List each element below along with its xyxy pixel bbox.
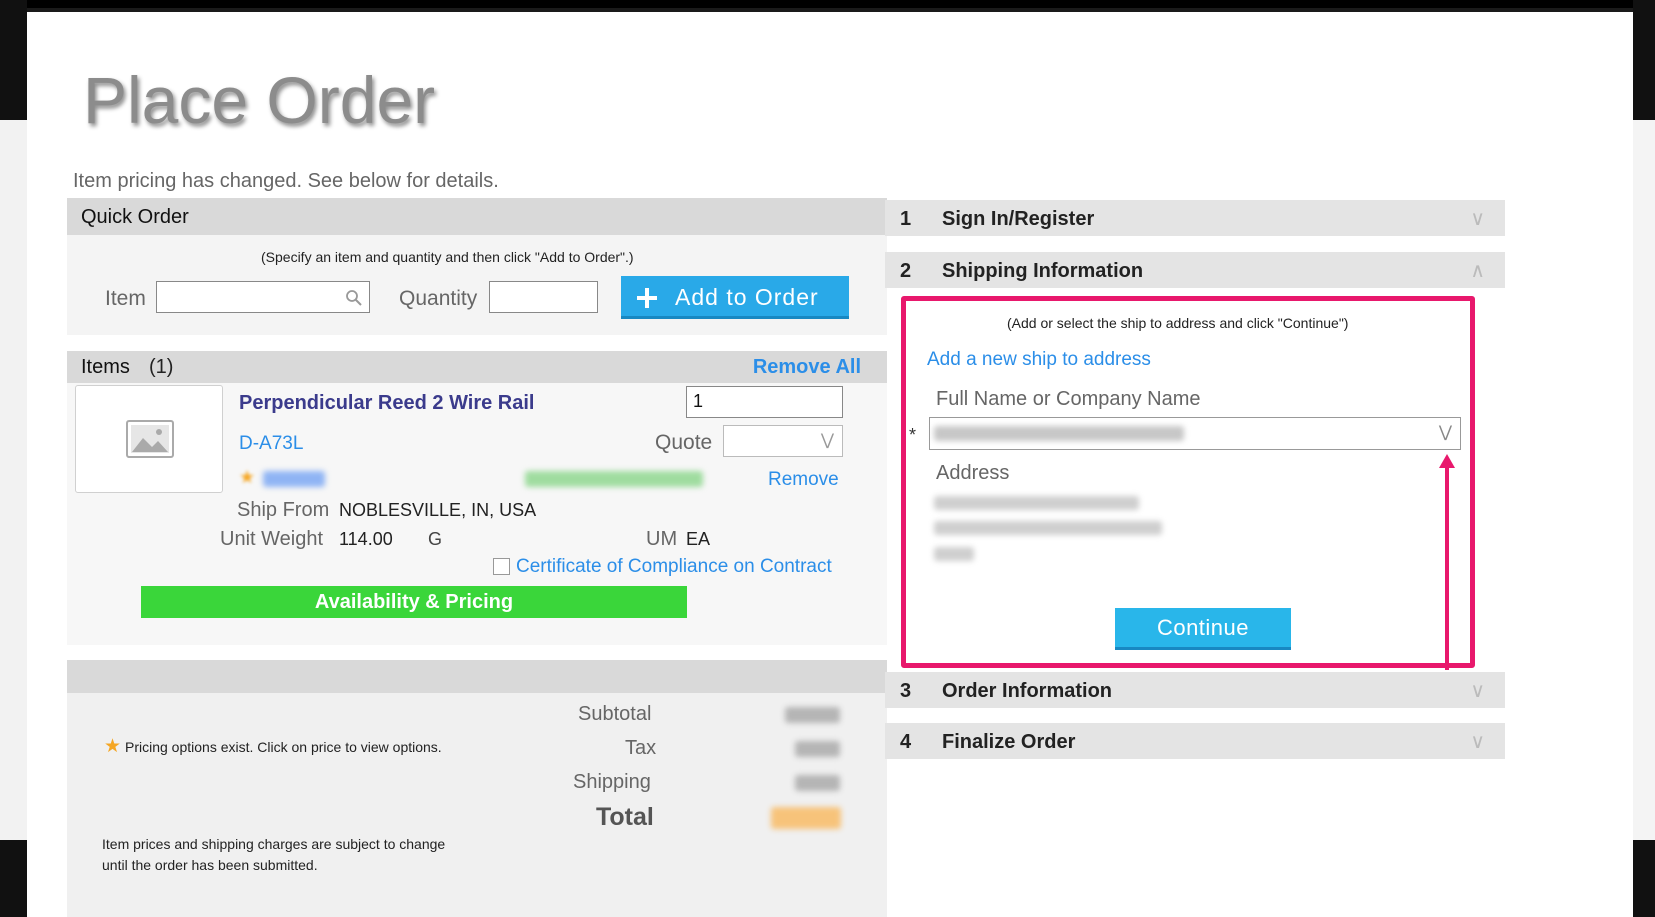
required-mark: *: [909, 425, 917, 445]
item-quantity-value: 1: [693, 391, 704, 411]
step-number: 4: [900, 731, 912, 753]
total-value-redacted: [771, 807, 841, 829]
step-finalize-order[interactable]: 4 Finalize Order ∨: [885, 723, 1505, 759]
item-name-link[interactable]: Perpendicular Reed 2 Wire Rail: [239, 392, 534, 415]
ship-to-name-select[interactable]: ⋁: [929, 417, 1461, 450]
add-ship-address-link[interactable]: Add a new ship to address: [927, 349, 1151, 371]
ship-from-value: NOBLESVILLE, IN, USA: [339, 500, 537, 520]
item-input[interactable]: [156, 281, 370, 313]
item-quantity-input[interactable]: 1: [686, 386, 843, 418]
subtotal-value-redacted: [785, 707, 840, 723]
um-value: EA: [686, 529, 711, 549]
background-left: [0, 0, 27, 917]
remove-item-link[interactable]: Remove: [768, 469, 839, 491]
full-name-label: Full Name or Company Name: [936, 388, 1201, 410]
image-placeholder-icon: [126, 420, 174, 458]
um-label: UM: [646, 528, 678, 550]
search-icon[interactable]: [345, 289, 363, 307]
chevron-down-icon: ∨: [1470, 731, 1485, 753]
ship-to-name-redacted: [934, 426, 1184, 441]
continue-button[interactable]: Continue: [1115, 608, 1291, 650]
star-icon: ★: [239, 467, 256, 487]
step-name: Order Information: [942, 680, 1113, 702]
quantity-input[interactable]: [489, 281, 598, 313]
address-line-3-redacted: [934, 547, 974, 561]
disclaimer-line-1: Item prices and shipping charges are sub…: [102, 836, 446, 852]
item-savings-redacted: [525, 471, 703, 487]
total-label: Total: [596, 803, 654, 831]
address-label: Address: [936, 462, 1010, 484]
items-count: (1): [149, 356, 174, 378]
order-summary: ★ Pricing options exist. Click on price …: [67, 693, 887, 917]
quick-order-hint: (Specify an item and quantity and then c…: [261, 249, 634, 265]
items-header: Items (1) Remove All: [67, 351, 887, 383]
shipping-value-redacted: [795, 775, 840, 791]
quote-label: Quote: [655, 431, 713, 454]
quote-select[interactable]: ⋁: [723, 425, 843, 457]
tax-label: Tax: [625, 737, 657, 759]
pricing-notice: Item pricing has changed. See below for …: [73, 170, 499, 192]
quick-order-panel: (Specify an item and quantity and then c…: [67, 235, 887, 335]
item-price-redacted[interactable]: [263, 471, 325, 487]
address-line-2-redacted: [934, 521, 1162, 535]
place-order-page: Place Order Item pricing has changed. Se…: [27, 12, 1633, 917]
step-name: Finalize Order: [942, 731, 1076, 753]
unit-weight-value: 114.00: [339, 529, 393, 549]
availability-pricing-button[interactable]: Availability & Pricing: [141, 586, 687, 618]
item-label: Item: [105, 287, 146, 310]
shipping-section-highlight: (Add or select the ship to address and c…: [901, 296, 1475, 670]
tax-value-redacted: [795, 741, 840, 757]
product-image[interactable]: [75, 385, 223, 493]
add-to-order-button[interactable]: Add to Order: [621, 276, 849, 319]
page-title: Place Order: [83, 63, 436, 137]
chevron-up-icon: ∧: [1470, 260, 1485, 282]
continue-label: Continue: [1156, 615, 1250, 640]
address-line-1-redacted: [934, 496, 1139, 510]
shipping-hint: (Add or select the ship to address and c…: [1007, 315, 1349, 331]
chevron-down-icon: ⋁: [1438, 424, 1452, 441]
quick-order-header: Quick Order: [67, 198, 887, 235]
unit-weight-label: Unit Weight: [220, 528, 324, 550]
quick-order-title: Quick Order: [81, 206, 189, 228]
add-to-order-label: Add to Order: [675, 284, 819, 310]
step-shipping-information[interactable]: 2 Shipping Information ∧: [885, 252, 1505, 288]
shipping-label: Shipping: [573, 771, 651, 793]
certificate-label[interactable]: Certificate of Compliance on Contract: [516, 556, 832, 578]
pricing-options-note: Pricing options exist. Click on price to…: [125, 739, 442, 755]
weight-unit: G: [428, 529, 443, 549]
background-right: [1633, 0, 1655, 917]
item-row: Perpendicular Reed 2 Wire Rail 1 D-A73L …: [67, 383, 887, 645]
step-name: Sign In/Register: [942, 208, 1095, 230]
step-number: 2: [900, 260, 912, 282]
window-frame: [0, 0, 1655, 8]
summary-header: [67, 660, 887, 693]
step-number: 1: [900, 208, 912, 230]
chevron-down-icon: ∨: [1470, 680, 1485, 702]
certificate-checkbox[interactable]: [493, 558, 510, 575]
step-name: Shipping Information: [942, 260, 1144, 282]
star-icon: ★: [104, 736, 122, 757]
step-number: 3: [900, 680, 912, 702]
chevron-down-icon: ⋁: [820, 432, 834, 449]
item-code-link[interactable]: D-A73L: [239, 433, 303, 455]
subtotal-label: Subtotal: [578, 703, 652, 725]
ship-from-label: Ship From: [237, 499, 330, 521]
quantity-label: Quantity: [399, 287, 478, 310]
step-order-information[interactable]: 3 Order Information ∨: [885, 672, 1505, 708]
arrow-up-icon: [1439, 454, 1455, 670]
chevron-down-icon: ∨: [1470, 208, 1485, 230]
items-title: Items: [81, 356, 130, 378]
remove-all-link[interactable]: Remove All: [753, 356, 861, 379]
plus-icon: [637, 288, 657, 308]
disclaimer-line-2: until the order has been submitted.: [102, 857, 318, 873]
step-sign-in[interactable]: 1 Sign In/Register ∨: [885, 200, 1505, 236]
